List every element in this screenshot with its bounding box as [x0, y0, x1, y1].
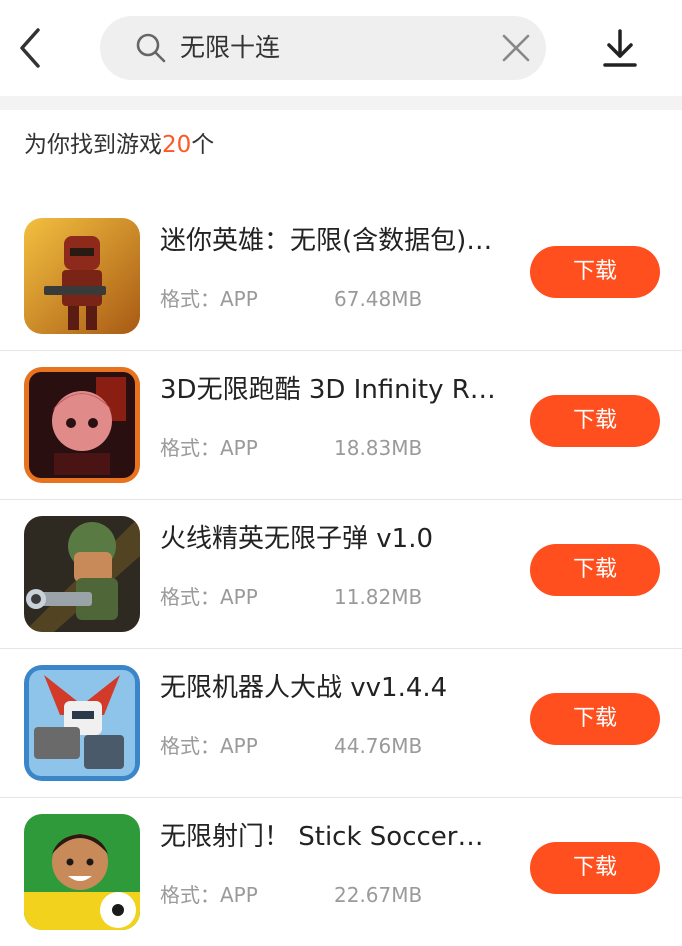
- app-icon-firing-line-elite: [24, 516, 140, 632]
- download-button[interactable]: 下载: [530, 544, 660, 596]
- download-button[interactable]: 下载: [530, 842, 660, 894]
- app-size: 11.82MB: [334, 585, 423, 609]
- download-button[interactable]: 下载: [530, 246, 660, 298]
- app-row[interactable]: 3D无限跑酷 3D Infinity R… 格式：APP 18.83MB 下载: [0, 351, 682, 500]
- app-name[interactable]: 无限机器人大战 vv1.4.4: [160, 671, 506, 705]
- app-row[interactable]: 迷你英雄：无限(含数据包)… 格式：APP 67.48MB 下载: [0, 202, 682, 351]
- app-size: 22.67MB: [334, 883, 423, 907]
- app-format: 格式：APP: [160, 436, 258, 460]
- app-row[interactable]: 无限射门！ Stick Soccer… 格式：APP 22.67MB 下载: [0, 798, 682, 946]
- results-count: 20: [162, 132, 192, 158]
- app-icon-3d-infinity-run: [24, 367, 140, 483]
- app-icon-stick-soccer: [24, 814, 140, 930]
- search-icon: [136, 33, 166, 63]
- app-size: 18.83MB: [334, 436, 423, 460]
- app-row[interactable]: 火线精英无限子弹 v1.0 格式：APP 11.82MB 下载: [0, 500, 682, 649]
- search-input[interactable]: 无限十连: [180, 33, 280, 63]
- app-icon-mini-heroes: [24, 218, 140, 334]
- download-button[interactable]: 下载: [530, 693, 660, 745]
- app-format: 格式：APP: [160, 585, 258, 609]
- app-name[interactable]: 3D无限跑酷 3D Infinity R…: [160, 373, 506, 407]
- chevron-left-icon[interactable]: [14, 26, 50, 70]
- app-size: 67.48MB: [334, 287, 423, 311]
- app-icon-robot-war: [24, 665, 140, 781]
- app-name[interactable]: 迷你英雄：无限(含数据包)…: [160, 224, 506, 258]
- download-button[interactable]: 下载: [530, 395, 660, 447]
- app-name[interactable]: 无限射门！ Stick Soccer…: [160, 820, 506, 854]
- app-row[interactable]: 无限机器人大战 vv1.4.4 格式：APP 44.76MB 下载: [0, 649, 682, 798]
- app-format: 格式：APP: [160, 287, 258, 311]
- results-summary: 为你找到游戏20个: [0, 110, 682, 202]
- search-box[interactable]: 无限十连: [100, 16, 546, 80]
- app-format: 格式：APP: [160, 883, 258, 907]
- app-list: 迷你英雄：无限(含数据包)… 格式：APP 67.48MB 下载 3D无限跑酷 …: [0, 202, 682, 946]
- app-format: 格式：APP: [160, 734, 258, 758]
- divider: [0, 96, 682, 110]
- app-size: 44.76MB: [334, 734, 423, 758]
- results-suffix: 个: [191, 132, 215, 158]
- download-icon[interactable]: [600, 28, 640, 70]
- app-name[interactable]: 火线精英无限子弹 v1.0: [160, 522, 506, 556]
- results-prefix: 为你找到游戏: [24, 132, 162, 158]
- close-icon[interactable]: [500, 32, 532, 64]
- top-bar: 无限十连: [0, 0, 682, 96]
